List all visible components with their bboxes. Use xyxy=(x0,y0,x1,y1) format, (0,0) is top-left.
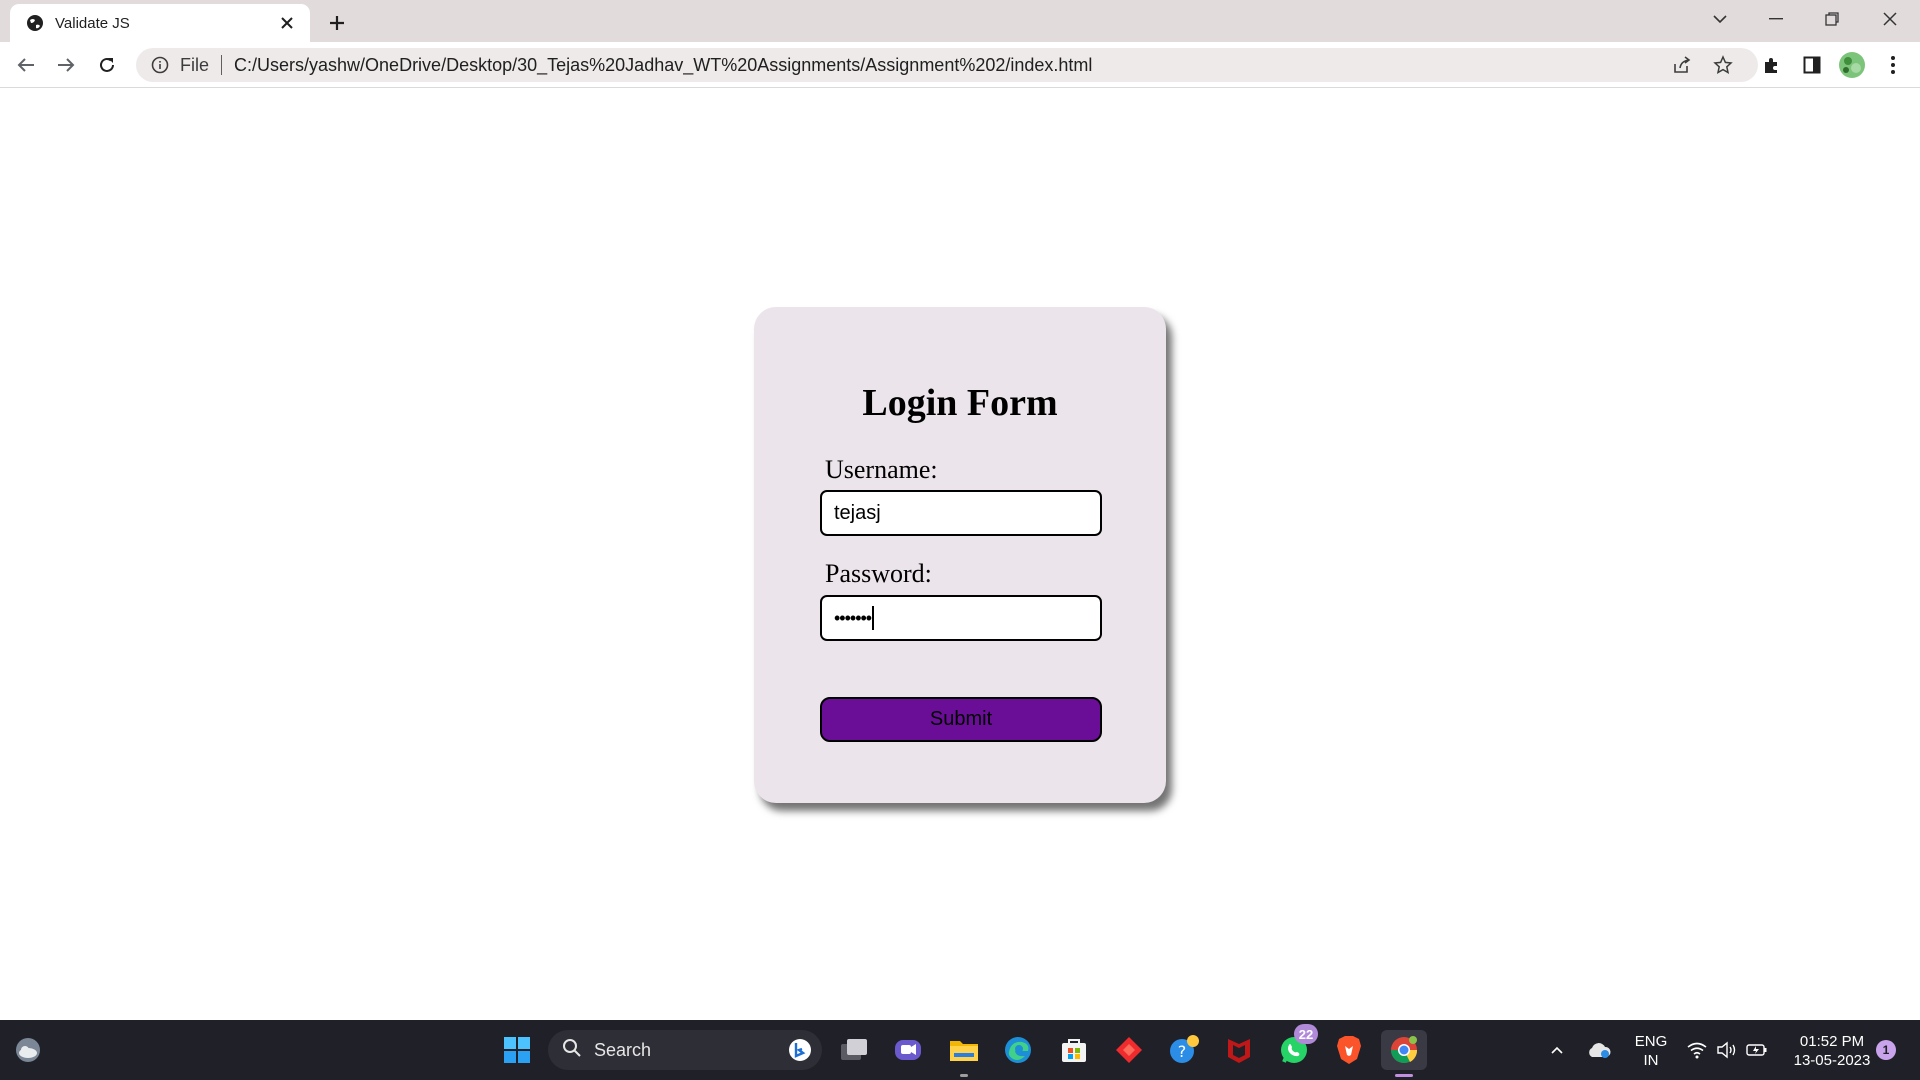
taskbar-search-box[interactable]: Search xyxy=(548,1030,822,1070)
username-input[interactable]: tejasj xyxy=(820,490,1102,536)
close-window-icon[interactable] xyxy=(1862,0,1918,38)
password-input[interactable]: ••••••• xyxy=(820,595,1102,641)
username-value: tejasj xyxy=(834,501,881,524)
bookmark-star-icon[interactable] xyxy=(1707,49,1739,81)
login-form-card: Login Form Username: tejasj Password: ••… xyxy=(754,307,1166,803)
svg-text:?: ? xyxy=(1178,1042,1187,1061)
tab-close-icon[interactable] xyxy=(276,12,298,34)
onedrive-cloud-icon[interactable] xyxy=(1584,1030,1614,1070)
tab-strip: Validate JS xyxy=(0,0,1920,42)
profile-avatar[interactable] xyxy=(1836,49,1868,81)
whatsapp-badge: 22 xyxy=(1294,1024,1318,1044)
forward-arrow-icon[interactable] xyxy=(50,49,82,81)
language-indicator[interactable]: ENG IN xyxy=(1628,1032,1674,1070)
volume-icon[interactable] xyxy=(1714,1030,1740,1070)
restore-icon[interactable] xyxy=(1804,0,1860,38)
scheme-label: File xyxy=(180,54,210,75)
search-icon xyxy=(562,1038,582,1063)
language-code: ENG xyxy=(1634,1033,1668,1050)
edge-browser-icon[interactable] xyxy=(998,1030,1038,1070)
tab-search-chevron-icon[interactable] xyxy=(1692,0,1748,38)
windows-start-icon[interactable] xyxy=(497,1030,537,1070)
file-explorer-icon[interactable] xyxy=(944,1030,984,1070)
battery-icon[interactable] xyxy=(1744,1030,1770,1070)
scheme-separator xyxy=(221,55,223,75)
explorer-open-indicator xyxy=(960,1074,968,1077)
task-view-icon[interactable] xyxy=(834,1030,874,1070)
windows-taskbar: Search ? 22 ENG IN 01:52 PM 13-05-2023 1 xyxy=(0,1020,1920,1080)
side-panel-icon[interactable] xyxy=(1796,49,1828,81)
chrome-browser-icon[interactable] xyxy=(1381,1030,1427,1070)
search-placeholder: Search xyxy=(594,1039,652,1060)
chrome-active-indicator xyxy=(1395,1074,1413,1077)
brave-browser-icon[interactable] xyxy=(1329,1030,1369,1070)
url-text[interactable]: C:/Users/yashw/OneDrive/Desktop/30_Tejas… xyxy=(234,55,1092,76)
extensions-puzzle-icon[interactable] xyxy=(1756,49,1788,81)
username-label: Username: xyxy=(825,455,938,484)
mcafee-icon[interactable] xyxy=(1219,1030,1259,1070)
browser-toolbar: File C:/Users/yashw/OneDrive/Desktop/30_… xyxy=(0,42,1920,88)
share-icon[interactable] xyxy=(1666,49,1698,81)
minimize-icon[interactable] xyxy=(1748,0,1804,38)
language-region: IN xyxy=(1643,1052,1659,1069)
browser-tab[interactable]: Validate JS xyxy=(10,4,310,42)
back-arrow-icon[interactable] xyxy=(10,49,42,81)
kebab-menu-icon[interactable] xyxy=(1877,49,1909,81)
bing-icon[interactable] xyxy=(788,1038,812,1067)
wifi-icon[interactable] xyxy=(1684,1030,1710,1070)
anydesk-icon[interactable] xyxy=(1109,1030,1149,1070)
password-value: ••••••• xyxy=(834,607,872,628)
info-icon[interactable] xyxy=(150,55,170,75)
submit-button[interactable]: Submit xyxy=(820,697,1102,742)
chevron-up-icon[interactable] xyxy=(1542,1030,1572,1070)
notification-badge[interactable]: 1 xyxy=(1876,1040,1896,1060)
text-caret xyxy=(872,606,875,630)
page-viewport: Login Form Username: tejasj Password: ••… xyxy=(0,89,1920,1020)
address-bar[interactable]: File C:/Users/yashw/OneDrive/Desktop/30_… xyxy=(136,48,1758,82)
form-title: Login Form xyxy=(862,382,1058,424)
globe-icon xyxy=(25,13,45,33)
clock-time: 01:52 PM xyxy=(1799,1033,1865,1050)
new-tab-button[interactable] xyxy=(322,8,352,38)
clock-date: 13-05-2023 xyxy=(1793,1052,1871,1069)
teams-chat-icon[interactable] xyxy=(888,1030,928,1070)
clock[interactable]: 01:52 PM 13-05-2023 xyxy=(1780,1032,1884,1070)
help-app-icon[interactable]: ? xyxy=(1164,1030,1204,1070)
password-label: Password: xyxy=(825,559,932,588)
reload-icon[interactable] xyxy=(91,49,123,81)
weather-icon[interactable] xyxy=(8,1030,48,1070)
tab-title: Validate JS xyxy=(55,14,130,32)
microsoft-store-icon[interactable] xyxy=(1054,1030,1094,1070)
